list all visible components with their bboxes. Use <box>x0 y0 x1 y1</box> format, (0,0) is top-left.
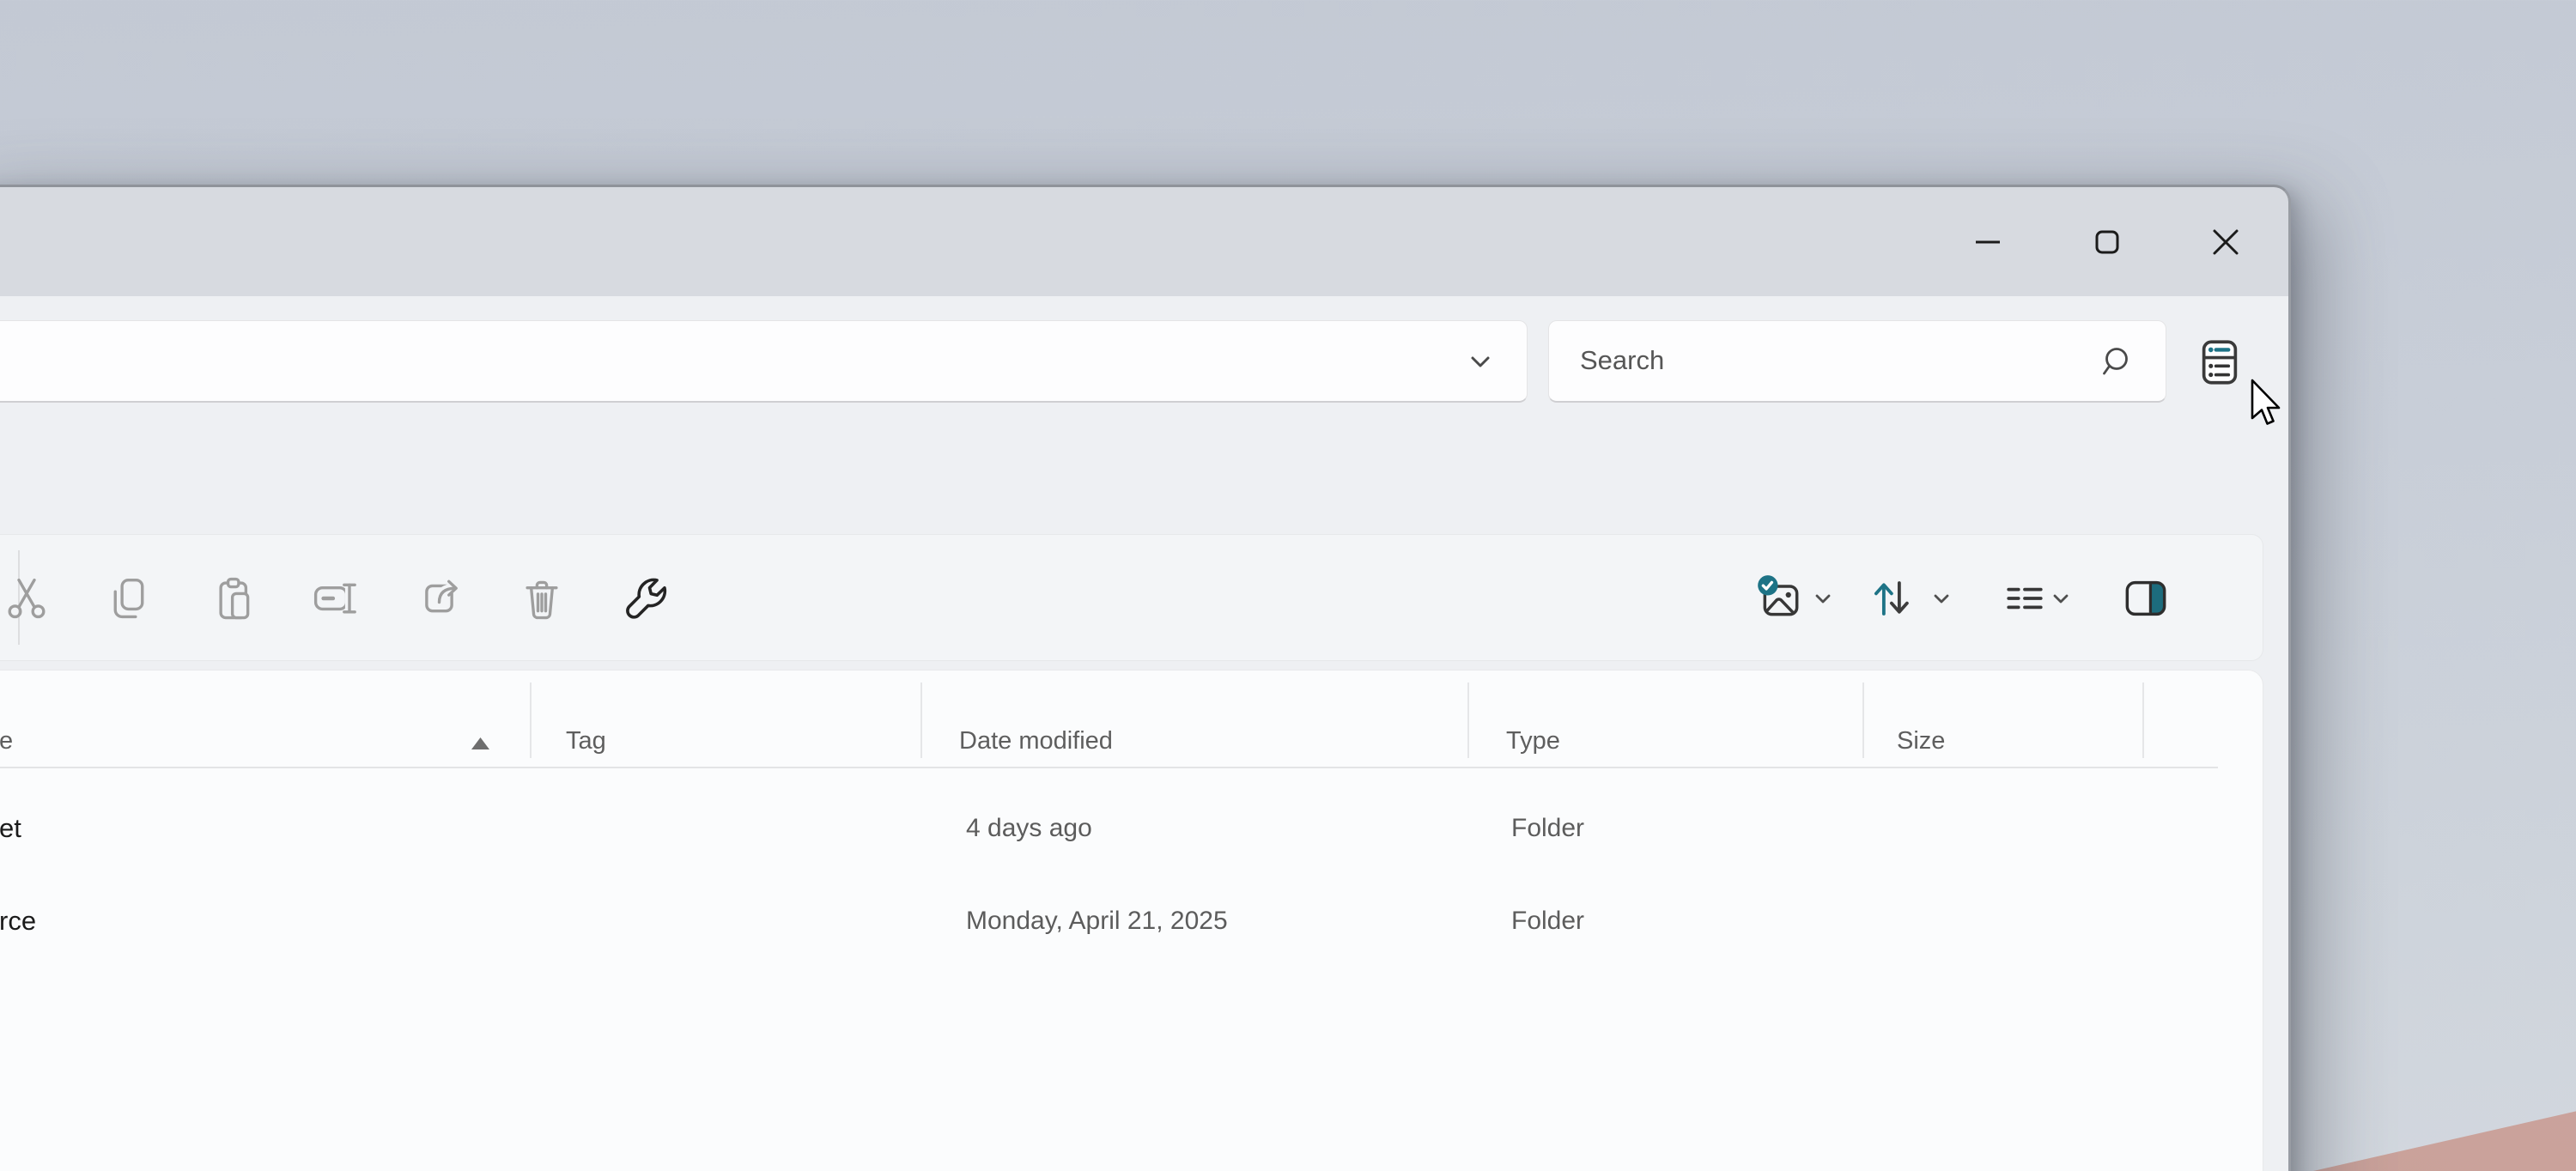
file-name: et <box>0 782 21 875</box>
column-divider <box>530 683 532 758</box>
status-center-button[interactable] <box>2182 325 2257 400</box>
chevron-down-icon <box>1466 349 1495 374</box>
address-bar[interactable] <box>0 320 1528 403</box>
window-body: Search <box>0 296 2288 1171</box>
column-divider <box>920 683 922 758</box>
status-center-icon <box>2201 339 2239 385</box>
wrench-button[interactable] <box>605 557 688 640</box>
file-type: Folder <box>1511 782 1584 875</box>
chevron-down-icon <box>1813 589 1833 608</box>
copy-icon <box>106 575 152 622</box>
column-divider <box>1467 683 1469 758</box>
delete-icon <box>519 575 565 622</box>
table-row[interactable]: rce Monday, April 21, 2025 Folder <box>0 875 2218 968</box>
column-header-date-modified[interactable]: Date modified <box>959 727 1113 755</box>
table-row[interactable]: et 4 days ago Folder <box>0 782 2218 875</box>
file-list-panel: e Tag Date modified Type Size et 4 days … <box>0 670 2263 1171</box>
maximize-button[interactable] <box>2066 201 2148 283</box>
address-dropdown-button[interactable] <box>1447 337 1514 385</box>
view-options-image-check-icon <box>1757 574 1805 622</box>
file-explorer-window: Search <box>0 185 2291 1171</box>
chevron-down-icon <box>2050 589 2071 608</box>
close-icon <box>2211 228 2240 257</box>
mouse-cursor <box>2250 379 2284 428</box>
preview-pane-toggle[interactable] <box>2105 557 2187 640</box>
view-options-dropdown[interactable] <box>1801 557 1845 640</box>
search-placeholder: Search <box>1580 321 1664 400</box>
share-icon <box>420 575 466 622</box>
close-button[interactable] <box>2184 201 2267 283</box>
header-underline <box>0 767 2218 768</box>
column-divider <box>1862 683 1864 758</box>
maximize-icon <box>2094 229 2120 255</box>
search-icon <box>2099 345 2133 379</box>
column-header-size[interactable]: Size <box>1897 727 1945 755</box>
copy-button[interactable] <box>88 557 170 640</box>
file-date-modified: 4 days ago <box>966 782 1092 875</box>
cut-button[interactable] <box>0 557 68 640</box>
paste-button[interactable] <box>194 557 276 640</box>
column-header-tag[interactable]: Tag <box>566 727 606 755</box>
file-type: Folder <box>1511 875 1584 968</box>
file-date-modified: Monday, April 21, 2025 <box>966 875 1228 968</box>
column-header-name[interactable]: e <box>0 727 13 755</box>
sort-arrows-icon <box>1869 575 1916 622</box>
wrench-icon <box>623 575 670 622</box>
column-header-type[interactable]: Type <box>1506 727 1560 755</box>
rename-button[interactable] <box>293 557 375 640</box>
rename-icon <box>311 575 357 622</box>
command-toolbar <box>0 534 2263 661</box>
desktop: { "colors": { "accent_teal": "#1d7386", … <box>0 0 2576 1171</box>
chevron-down-icon <box>1931 589 1952 608</box>
sort-ascending-icon <box>471 737 489 749</box>
layout-dropdown[interactable] <box>2038 557 2083 640</box>
search-input[interactable]: Search <box>1548 320 2166 403</box>
preview-pane-icon <box>2123 579 2168 618</box>
minimize-icon <box>1974 228 2002 256</box>
titlebar <box>0 187 2288 296</box>
share-button[interactable] <box>402 557 484 640</box>
column-divider <box>2142 683 2144 758</box>
file-name: rce <box>0 875 36 968</box>
cut-icon <box>3 575 50 622</box>
paste-icon <box>212 575 258 622</box>
minimize-button[interactable] <box>1947 201 2029 283</box>
sort-dropdown[interactable] <box>1919 557 1964 640</box>
delete-button[interactable] <box>501 557 583 640</box>
